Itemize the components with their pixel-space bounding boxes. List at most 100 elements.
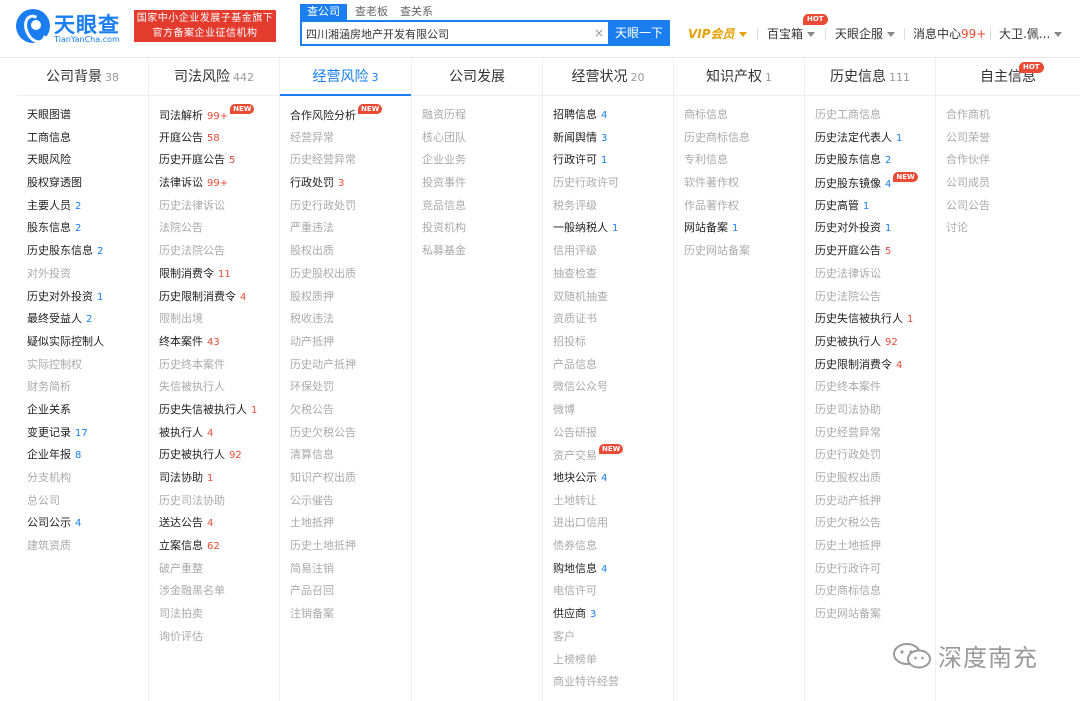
- category-item[interactable]: 公示催告: [280, 490, 411, 513]
- user-menu[interactable]: 大卫.佩...: [999, 24, 1063, 44]
- category-item[interactable]: 天眼图谱: [17, 104, 148, 127]
- category-item[interactable]: 历史终本案件: [805, 376, 935, 399]
- category-item[interactable]: 历史法律诉讼: [805, 263, 935, 286]
- category-item[interactable]: 司法拍卖: [149, 603, 279, 626]
- category-item[interactable]: 公司公告: [936, 195, 1080, 218]
- category-item[interactable]: 一般纳税人 1: [543, 217, 673, 240]
- category-item[interactable]: 限制消费令 11: [149, 263, 279, 286]
- category-item[interactable]: 地块公示 4: [543, 467, 673, 490]
- category-item[interactable]: 商业特许经营: [543, 671, 673, 694]
- category-item[interactable]: 历史网站备案: [805, 603, 935, 626]
- category-item[interactable]: 进出口信用: [543, 512, 673, 535]
- tab-search-relation[interactable]: 查关系: [400, 4, 433, 20]
- category-item[interactable]: 历史动产抵押: [280, 354, 411, 377]
- category-item[interactable]: 债券信息: [543, 535, 673, 558]
- category-item[interactable]: 历史欠税公告: [280, 422, 411, 445]
- category-item[interactable]: 历史股东镜像 4NEW: [805, 172, 935, 195]
- category-item[interactable]: 司法解析 99+NEW: [149, 104, 279, 127]
- category-item[interactable]: 历史开庭公告 5: [149, 149, 279, 172]
- category-item[interactable]: 客户: [543, 626, 673, 649]
- category-item[interactable]: 历史司法协助: [149, 490, 279, 513]
- category-item[interactable]: 历史网站备案: [674, 240, 804, 263]
- category-item[interactable]: 网站备案 1: [674, 217, 804, 240]
- category-item[interactable]: 历史经营异常: [280, 149, 411, 172]
- category-item[interactable]: 历史被执行人 92: [805, 331, 935, 354]
- vip-member-menu[interactable]: VIP会员: [688, 24, 747, 44]
- category-item[interactable]: 合作商机: [936, 104, 1080, 127]
- category-item[interactable]: 土地转让: [543, 490, 673, 513]
- category-item[interactable]: 商标信息: [674, 104, 804, 127]
- category-item[interactable]: 法院公告: [149, 217, 279, 240]
- tab-search-company[interactable]: 查公司: [300, 4, 347, 20]
- category-item[interactable]: 作品著作权: [674, 195, 804, 218]
- category-item[interactable]: 历史行政处罚: [280, 195, 411, 218]
- category-item[interactable]: 抽查检查: [543, 263, 673, 286]
- category-item[interactable]: 行政许可 1: [543, 149, 673, 172]
- category-item[interactable]: 终本案件 43: [149, 331, 279, 354]
- category-item[interactable]: 资产交易 NEW: [543, 444, 673, 467]
- category-item[interactable]: 公告研报: [543, 422, 673, 445]
- category-item[interactable]: 立案信息 62: [149, 535, 279, 558]
- category-item[interactable]: 企业业务: [412, 149, 542, 172]
- category-item[interactable]: 最终受益人 2: [17, 308, 148, 331]
- category-item[interactable]: 简易注销: [280, 558, 411, 581]
- category-item[interactable]: 企业年报 8: [17, 444, 148, 467]
- category-item[interactable]: 融资历程: [412, 104, 542, 127]
- category-item[interactable]: 合作风险分析 NEW: [280, 104, 411, 127]
- category-item[interactable]: 财务简析: [17, 376, 148, 399]
- category-item[interactable]: 历史开庭公告 5: [805, 240, 935, 263]
- category-item[interactable]: 上榜榜单: [543, 649, 673, 672]
- category-item[interactable]: 历史法定代表人 1: [805, 127, 935, 150]
- category-item[interactable]: 历史动产抵押: [805, 490, 935, 513]
- category-item[interactable]: 历史股权出质: [280, 263, 411, 286]
- category-item[interactable]: 微博: [543, 399, 673, 422]
- category-item[interactable]: 破产重整: [149, 558, 279, 581]
- category-item[interactable]: 历史限制消费令 4: [149, 286, 279, 309]
- message-center-link[interactable]: 消息中心99+: [913, 24, 986, 44]
- category-item[interactable]: 历史股东信息 2: [805, 149, 935, 172]
- tab-category[interactable]: 自主信息 HOT: [936, 58, 1080, 96]
- category-item[interactable]: 历史土地抵押: [805, 535, 935, 558]
- category-item[interactable]: 投资事件: [412, 172, 542, 195]
- category-item[interactable]: 专利信息: [674, 149, 804, 172]
- category-item[interactable]: 疑似实际控制人: [17, 331, 148, 354]
- category-item[interactable]: 历史失信被执行人 1: [149, 399, 279, 422]
- category-item[interactable]: 企业关系: [17, 399, 148, 422]
- category-item[interactable]: 购地信息 4: [543, 558, 673, 581]
- category-item[interactable]: 历史商标信息: [674, 127, 804, 150]
- category-item[interactable]: 历史法院公告: [805, 286, 935, 309]
- enterprise-service-menu[interactable]: 天眼企服: [835, 24, 896, 44]
- category-item[interactable]: 动产抵押: [280, 331, 411, 354]
- category-item[interactable]: 产品召回: [280, 580, 411, 603]
- category-item[interactable]: 历史股东信息 2: [17, 240, 148, 263]
- category-item[interactable]: 资质证书: [543, 308, 673, 331]
- category-item[interactable]: 股权质押: [280, 286, 411, 309]
- category-item[interactable]: 限制出境: [149, 308, 279, 331]
- category-item[interactable]: 实际控制权: [17, 354, 148, 377]
- category-item[interactable]: 投资机构: [412, 217, 542, 240]
- category-item[interactable]: 产品信息: [543, 354, 673, 377]
- official-banner[interactable]: 国家中小企业发展子基金旗下 官方备案企业征信机构: [134, 10, 276, 42]
- category-item[interactable]: 环保处罚: [280, 376, 411, 399]
- category-item[interactable]: 历史行政处罚: [805, 444, 935, 467]
- category-item[interactable]: 电信许可: [543, 580, 673, 603]
- category-item[interactable]: 历史工商信息: [805, 104, 935, 127]
- category-item[interactable]: 知识产权出质: [280, 467, 411, 490]
- category-item[interactable]: 建筑资质: [17, 535, 148, 558]
- category-item[interactable]: 涉金融黑名单: [149, 580, 279, 603]
- tianyancha-logo[interactable]: 天眼查 TianYanCha.com: [16, 9, 126, 49]
- category-item[interactable]: 历史限制消费令 4: [805, 354, 935, 377]
- category-item[interactable]: 开庭公告 58: [149, 127, 279, 150]
- category-item[interactable]: 法律诉讼 99+: [149, 172, 279, 195]
- category-item[interactable]: 被执行人 4: [149, 422, 279, 445]
- search-input[interactable]: [306, 25, 596, 43]
- category-item[interactable]: 微信公众号: [543, 376, 673, 399]
- category-item[interactable]: 历史终本案件: [149, 354, 279, 377]
- category-item[interactable]: 注销备案: [280, 603, 411, 626]
- category-item[interactable]: 核心团队: [412, 127, 542, 150]
- treasure-box-menu[interactable]: 百宝箱: [767, 24, 816, 44]
- category-item[interactable]: 公司公示 4: [17, 512, 148, 535]
- category-item[interactable]: 历史司法协助: [805, 399, 935, 422]
- category-item[interactable]: 讨论: [936, 217, 1080, 240]
- tab-category[interactable]: 司法风险 442: [149, 58, 279, 96]
